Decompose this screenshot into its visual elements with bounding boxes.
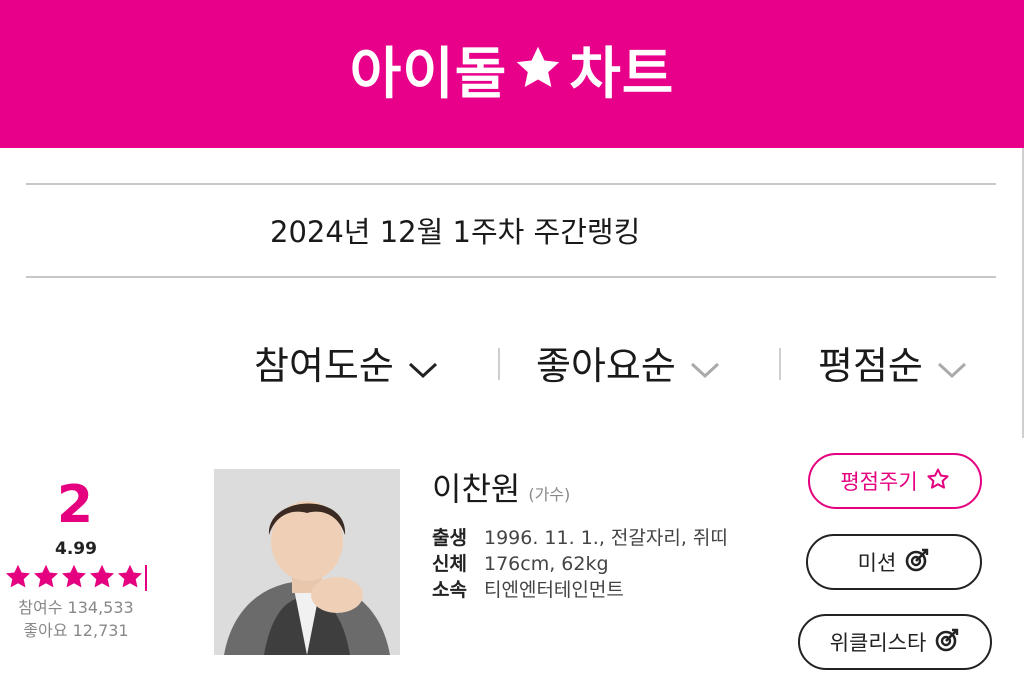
weekly-button-label: 위클리스타: [829, 631, 927, 655]
portrait-illustration: [214, 469, 400, 655]
star-icon: [513, 40, 563, 110]
profile-photo[interactable]: [214, 469, 400, 655]
target-icon: [934, 627, 960, 658]
sort-rating[interactable]: 평점순: [818, 338, 967, 394]
star-icon: [61, 564, 87, 588]
star-outline-icon: [926, 467, 950, 496]
info-value: 티엔엔터테인먼트: [484, 579, 624, 601]
rate-button-label: 평점주기: [840, 470, 918, 494]
like-count: 좋아요 12,731: [23, 621, 129, 640]
info-key: 소속: [432, 579, 467, 601]
sort-likes[interactable]: 좋아요순: [536, 338, 720, 394]
chevron-down-icon: [408, 338, 438, 394]
info-row-body: 신체 176cm, 62kg: [432, 550, 609, 578]
sort-label: 평점순: [818, 344, 923, 388]
week-title: 2024년 12월 1주차 주간랭킹: [270, 215, 641, 249]
idol-job: (가수): [528, 485, 571, 504]
chevron-down-icon: [690, 338, 720, 394]
mission-button-label: 미션: [857, 551, 897, 575]
weekly-star-button[interactable]: 위클리스타: [798, 614, 992, 670]
app-header: 아이돌 차트: [0, 0, 1024, 148]
idol-name: 이찬원 (가수): [432, 466, 570, 518]
info-value: 176cm, 62kg: [484, 553, 609, 575]
rating-stars: [4, 563, 148, 593]
rating-bar-end: [145, 565, 147, 591]
sort-divider: [498, 348, 500, 380]
info-value: 1996. 11. 1., 전갈자리, 쥐띠: [484, 527, 728, 549]
info-row-agency: 소속 티엔엔터테인먼트: [432, 576, 624, 604]
logo-text-left: 아이돌: [349, 42, 508, 107]
chevron-down-icon: [937, 338, 967, 394]
sort-divider: [779, 348, 781, 380]
mission-button[interactable]: 미션: [806, 534, 982, 590]
participation-count: 참여수 134,533: [18, 598, 134, 617]
sort-participation[interactable]: 참여도순: [254, 338, 438, 394]
info-key: 출생: [432, 527, 467, 549]
rank-number: 2: [56, 475, 94, 535]
idol-name-text: 이찬원: [432, 470, 521, 508]
sort-label: 좋아요순: [536, 344, 676, 388]
star-icon: [33, 564, 59, 588]
star-icon: [5, 564, 31, 588]
sort-label: 참여도순: [254, 344, 394, 388]
star-icon: [117, 564, 143, 588]
rate-button[interactable]: 평점주기: [808, 453, 982, 509]
star-icon: [89, 564, 115, 588]
divider-bottom: [26, 276, 996, 278]
info-row-birth: 출생 1996. 11. 1., 전갈자리, 쥐띠: [432, 524, 728, 552]
logo[interactable]: 아이돌 차트: [0, 40, 1024, 110]
divider-top: [26, 183, 996, 185]
target-icon: [904, 547, 930, 578]
logo-text-right: 차트: [569, 42, 675, 107]
info-key: 신체: [432, 553, 467, 575]
rating-score: 4.99: [55, 539, 97, 559]
